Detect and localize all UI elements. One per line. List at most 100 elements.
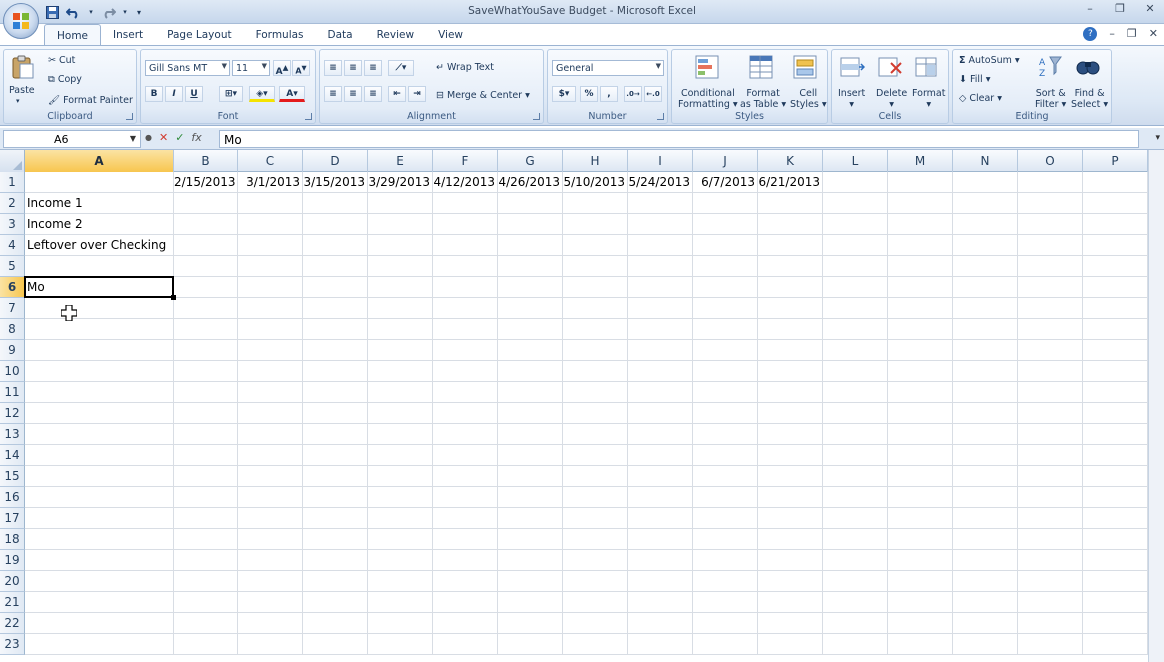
row-header-3[interactable]: 3 [0, 214, 25, 235]
paste-button[interactable]: Paste [9, 85, 35, 96]
font-launcher-icon[interactable] [305, 113, 312, 120]
row-header-13[interactable]: 13 [0, 424, 25, 445]
column-header-a[interactable]: A [25, 150, 174, 172]
column-header-o[interactable]: O [1018, 150, 1083, 172]
format-as-table-button[interactable]: Format as Table ▾ [740, 88, 786, 110]
expand-formula-bar-icon[interactable]: ▾ [1155, 133, 1160, 143]
delete-cells-button[interactable]: Delete ▾ [876, 88, 907, 110]
bold-button[interactable]: B [145, 86, 163, 102]
row-header-2[interactable]: 2 [0, 193, 25, 214]
row-header-18[interactable]: 18 [0, 529, 25, 550]
clipboard-launcher-icon[interactable] [126, 113, 133, 120]
italic-button[interactable]: I [165, 86, 183, 102]
alignment-launcher-icon[interactable] [533, 113, 540, 120]
row-header-17[interactable]: 17 [0, 508, 25, 529]
paste-icon[interactable] [10, 54, 36, 80]
align-middle-icon[interactable]: ≡ [344, 60, 362, 76]
copy-button[interactable]: ⧉ Copy [48, 74, 82, 85]
cell-j1[interactable]: 6/7/2013 [693, 172, 755, 192]
column-header-l[interactable]: L [823, 150, 888, 172]
percent-button[interactable]: % [580, 86, 598, 102]
column-header-j[interactable]: J [693, 150, 758, 172]
number-format-select[interactable]: General ▼ [552, 60, 664, 76]
increase-decimal-icon[interactable]: .0→ [624, 86, 642, 102]
row-header-8[interactable]: 8 [0, 319, 25, 340]
row-header-7[interactable]: 7 [0, 298, 25, 319]
name-box[interactable]: A6 ▼ [3, 130, 141, 148]
cut-button[interactable]: ✂ Cut [48, 55, 75, 66]
row-header-12[interactable]: 12 [0, 403, 25, 424]
orientation-icon[interactable]: ⟋▾ [388, 60, 414, 76]
column-header-m[interactable]: M [888, 150, 953, 172]
font-color-icon[interactable]: A▾ [279, 86, 305, 102]
cancel-entry-icon[interactable]: ✕ [159, 131, 168, 144]
decrease-decimal-icon[interactable]: ←.0 [644, 86, 662, 102]
select-all-button[interactable] [0, 150, 25, 172]
column-header-p[interactable]: P [1083, 150, 1148, 172]
fill-handle[interactable] [171, 295, 176, 300]
insert-function-icon[interactable]: fx [191, 131, 201, 144]
column-header-h[interactable]: H [563, 150, 628, 172]
align-right-icon[interactable]: ≡ [364, 86, 382, 102]
sort-filter-button[interactable]: Sort & Filter ▾ [1035, 88, 1066, 110]
office-button[interactable] [3, 3, 39, 39]
number-launcher-icon[interactable] [657, 113, 664, 120]
format-cells-button[interactable]: Format ▾ [912, 88, 945, 110]
column-header-i[interactable]: I [628, 150, 693, 172]
column-header-k[interactable]: K [758, 150, 823, 172]
tab-page-layout[interactable]: Page Layout [155, 24, 243, 46]
column-header-c[interactable]: C [238, 150, 303, 172]
comma-button[interactable]: , [600, 86, 618, 102]
align-center-icon[interactable]: ≡ [344, 86, 362, 102]
row-header-15[interactable]: 15 [0, 466, 25, 487]
close-icon[interactable]: ✕ [1142, 2, 1158, 15]
font-name-select[interactable]: Gill Sans MT ▼ [145, 60, 230, 76]
tab-formulas[interactable]: Formulas [244, 24, 316, 46]
shrink-font-icon[interactable]: A▼ [292, 60, 310, 76]
fill-button[interactable]: ⬇ Fill ▾ [959, 74, 991, 85]
cell-a2[interactable]: Income 1 [27, 193, 83, 213]
cell-d1[interactable]: 3/15/2013 [303, 172, 365, 192]
find-select-button[interactable]: Find & Select ▾ [1071, 88, 1108, 110]
cell-styles-button[interactable]: Cell Styles ▾ [790, 88, 827, 110]
column-header-b[interactable]: B [174, 150, 238, 172]
decrease-indent-icon[interactable]: ⇤ [388, 86, 406, 102]
grow-font-icon[interactable]: A▲ [273, 60, 291, 77]
underline-button[interactable]: U [185, 86, 203, 102]
cell-c1[interactable]: 3/1/2013 [238, 172, 300, 192]
row-header-5[interactable]: 5 [0, 256, 25, 277]
cell-h1[interactable]: 5/10/2013 [563, 172, 625, 192]
cell-a3[interactable]: Income 2 [27, 214, 83, 234]
borders-icon[interactable]: ⊞▾ [219, 86, 243, 102]
format-painter-button[interactable]: 🖌 Format Painter [48, 95, 133, 106]
row-header-19[interactable]: 19 [0, 550, 25, 571]
row-header-11[interactable]: 11 [0, 382, 25, 403]
conditional-formatting-button[interactable]: Conditional Formatting ▾ [678, 88, 738, 110]
fill-color-icon[interactable]: ◈▾ [249, 86, 275, 102]
cell-a4[interactable]: Leftover over Checking [27, 235, 166, 255]
align-top-icon[interactable]: ≡ [324, 60, 342, 76]
help-icon[interactable]: ? [1083, 27, 1098, 41]
tab-view[interactable]: View [426, 24, 475, 46]
column-header-g[interactable]: G [498, 150, 563, 172]
tab-review[interactable]: Review [365, 24, 426, 46]
formula-bar-resize-icon[interactable]: ● [145, 133, 152, 142]
currency-button[interactable]: $▾ [552, 86, 576, 102]
tab-data[interactable]: Data [316, 24, 365, 46]
row-header-10[interactable]: 10 [0, 361, 25, 382]
cell-i1[interactable]: 5/24/2013 [628, 172, 690, 192]
workbook-restore-icon[interactable]: ❐ [1127, 27, 1137, 41]
column-header-d[interactable]: D [303, 150, 368, 172]
restore-icon[interactable]: ❐ [1112, 2, 1128, 15]
formula-input[interactable]: Mo [219, 130, 1139, 148]
row-header-1[interactable]: 1 [0, 172, 25, 193]
worksheet-grid[interactable]: ABCDEFGHIJKLMNOP 1 2 3 4 5 6 7 8 9 10 11 12 13 14 15 16… [0, 150, 1164, 662]
cell-k1[interactable]: 6/21/2013 [758, 172, 820, 192]
cell-e1[interactable]: 3/29/2013 [368, 172, 430, 192]
column-header-e[interactable]: E [368, 150, 433, 172]
paste-dropdown-icon[interactable]: ▾ [16, 97, 20, 105]
row-header-4[interactable]: 4 [0, 235, 25, 256]
row-header-14[interactable]: 14 [0, 445, 25, 466]
align-bottom-icon[interactable]: ≡ [364, 60, 382, 76]
workbook-close-icon[interactable]: ✕ [1149, 27, 1158, 41]
